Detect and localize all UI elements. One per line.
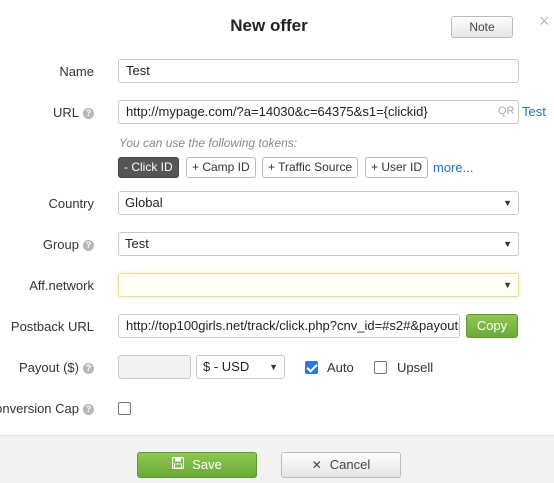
aff-network-select[interactable]: ▼ [118,273,519,297]
test-url-link[interactable]: Test [522,104,546,119]
name-input[interactable]: Test [118,59,519,83]
close-icon[interactable]: × [539,12,550,30]
name-label: Name [59,64,94,79]
cancel-button-label: Cancel [329,457,371,472]
help-icon[interactable]: ? [83,240,94,251]
cancel-button[interactable]: ✕ Cancel [281,452,401,478]
copy-button[interactable]: Copy [466,314,518,338]
payout-label: Payout ($)? [0,360,94,376]
token-click-id-button[interactable]: - Click ID [118,157,179,178]
save-button-label: Save [192,457,222,472]
auto-checkbox[interactable] [305,361,318,374]
chevron-down-icon: ▼ [503,198,512,208]
payout-input[interactable] [118,355,191,379]
token-camp-id-button[interactable]: + Camp ID [186,157,256,178]
chevron-down-icon: ▼ [503,239,512,249]
group-select-value: Test [125,236,149,251]
aff-network-label: Aff.network [29,278,94,293]
help-icon[interactable]: ? [83,363,94,374]
note-button[interactable]: Note [451,16,513,38]
country-label: Country [48,196,94,211]
auto-checkbox-label: Auto [327,360,354,375]
postback-url-input[interactable]: http://top100girls.net/track/click.php?c… [118,314,460,338]
new-offer-dialog: New offer Note × Name Test URL? http://m… [0,0,554,483]
group-label: Group? [0,237,94,253]
chevron-down-icon: ▼ [269,362,278,372]
currency-select[interactable]: $ - USD ▼ [196,355,285,379]
token-user-id-button[interactable]: + User ID [365,157,429,178]
conversion-cap-checkbox[interactable] [118,402,131,415]
help-icon[interactable]: ? [83,108,94,119]
url-input[interactable]: http://mypage.com/?a=14030&c=64375&s1={c… [118,100,519,124]
more-tokens-link[interactable]: more... [433,160,473,175]
url-label: URL? [0,105,94,121]
postback-url-label: Postback URL [10,319,94,334]
floppy-disk-icon [172,453,185,477]
qr-code-button[interactable]: QR [498,105,515,117]
token-traffic-source-button[interactable]: + Traffic Source [262,157,359,178]
tokens-hint: You can use the following tokens: [119,136,298,150]
x-icon: ✕ [311,458,322,472]
country-select[interactable]: Global ▼ [118,191,519,215]
currency-select-value: $ - USD [203,359,250,374]
conversion-cap-label: Conversion Cap? [0,401,94,417]
save-button[interactable]: Save [137,452,257,478]
upsell-checkbox-label: Upsell [397,360,434,375]
dialog-footer [0,435,554,483]
group-select[interactable]: Test ▼ [118,232,519,256]
help-icon[interactable]: ? [83,404,94,415]
upsell-checkbox[interactable] [374,361,387,374]
country-select-value: Global [125,195,163,210]
chevron-down-icon: ▼ [503,280,512,290]
